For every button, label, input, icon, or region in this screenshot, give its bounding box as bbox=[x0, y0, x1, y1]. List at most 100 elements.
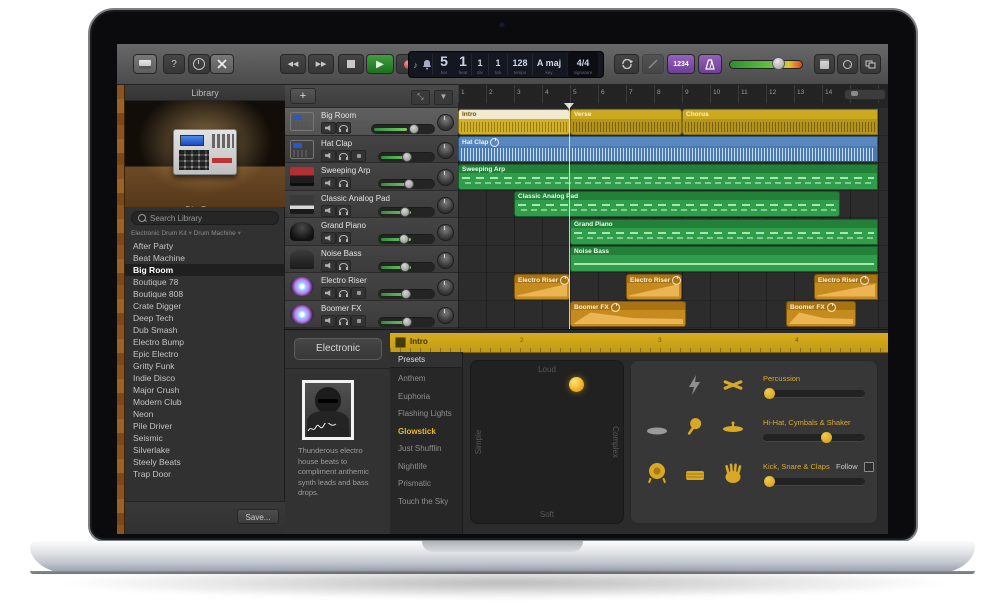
list-item[interactable]: Boutique 808 bbox=[125, 288, 285, 300]
solo-button[interactable] bbox=[336, 287, 351, 299]
preset-item[interactable]: Just Shufflin bbox=[390, 440, 462, 457]
library-button[interactable] bbox=[133, 54, 157, 74]
playhead[interactable] bbox=[569, 103, 570, 330]
list-item[interactable]: Beat Machine bbox=[125, 252, 285, 264]
solo-button[interactable] bbox=[336, 232, 351, 244]
audio-region[interactable]: Boomer FX bbox=[570, 301, 686, 327]
mute-button[interactable] bbox=[321, 287, 336, 299]
list-item[interactable]: Deep Tech bbox=[125, 312, 285, 324]
drummer-region[interactable]: Verse bbox=[570, 109, 682, 135]
forward-button[interactable]: ▶▶ bbox=[308, 54, 334, 74]
metronome-button[interactable] bbox=[698, 54, 722, 74]
midi-region[interactable]: Grand Piano bbox=[570, 219, 878, 245]
bar-ruler[interactable]: 1 2 3 4 5 6 7 8 9 10 11 12 13 14 15 bbox=[458, 85, 888, 104]
lightning-icon[interactable] bbox=[683, 373, 707, 397]
xy-pad[interactable]: Loud Soft Simple Complex bbox=[470, 360, 624, 524]
midi-region[interactable]: Sweeping Arp bbox=[458, 164, 878, 190]
track-row[interactable]: Classic Analog Pad bbox=[285, 191, 458, 219]
track-row[interactable]: Hat Clap bbox=[285, 136, 458, 164]
drummer-region[interactable]: Intro bbox=[458, 109, 570, 135]
horizontal-zoom-icon[interactable]: ⤡ bbox=[411, 90, 430, 105]
list-item[interactable]: Pile Driver bbox=[125, 420, 285, 432]
midi-region[interactable]: Classic Analog Pad bbox=[514, 191, 840, 217]
follow-checkbox[interactable] bbox=[864, 462, 874, 472]
preset-item[interactable]: Anthem bbox=[390, 370, 462, 387]
slider-thumb[interactable] bbox=[764, 476, 775, 487]
snare-drum-icon[interactable] bbox=[683, 463, 707, 487]
pan-knob[interactable] bbox=[437, 114, 454, 131]
track-row[interactable]: Sweeping Arp bbox=[285, 163, 458, 191]
kick-drum-icon[interactable] bbox=[645, 461, 669, 485]
preset-item[interactable]: Nightlife bbox=[390, 458, 462, 475]
percussion-slider[interactable] bbox=[763, 390, 865, 398]
track-volume-knob[interactable] bbox=[400, 207, 410, 217]
lcd-display[interactable]: ♪ 5bar 1beat 1div 1tick 128tempo A majke… bbox=[408, 51, 604, 78]
input-monitor-button[interactable] bbox=[351, 150, 366, 162]
track-volume-knob[interactable] bbox=[402, 152, 412, 162]
preset-item[interactable]: Prismatic bbox=[390, 475, 462, 492]
track-volume-knob[interactable] bbox=[402, 317, 412, 327]
breadcrumb[interactable]: Electronic Drum Kit ▾ Drum Machine ▾ bbox=[131, 229, 281, 237]
audio-region[interactable]: Hat Clap bbox=[458, 136, 878, 162]
track-row[interactable]: Noise Bass bbox=[285, 246, 458, 274]
cycle-button[interactable] bbox=[614, 54, 639, 74]
mute-button[interactable] bbox=[321, 177, 336, 189]
pan-knob[interactable] bbox=[437, 307, 454, 324]
list-item[interactable]: Epic Electro bbox=[125, 348, 285, 360]
audio-region[interactable]: Electro Riser bbox=[514, 274, 570, 300]
track-volume-slider[interactable] bbox=[378, 289, 435, 299]
track-volume-slider[interactable] bbox=[378, 179, 435, 189]
track-volume-knob[interactable] bbox=[399, 234, 409, 244]
track-volume-knob[interactable] bbox=[401, 289, 411, 299]
save-button[interactable]: Save... bbox=[237, 509, 279, 524]
input-monitor-button[interactable] bbox=[351, 287, 366, 299]
drumsticks-icon[interactable] bbox=[721, 373, 745, 397]
stop-button[interactable] bbox=[338, 54, 364, 74]
audio-region[interactable]: Electro Riser bbox=[814, 274, 878, 300]
track-volume-slider[interactable] bbox=[378, 152, 435, 162]
pan-knob[interactable] bbox=[437, 252, 454, 269]
list-item[interactable]: Gritty Funk bbox=[125, 360, 285, 372]
track-row[interactable]: Electro Riser bbox=[285, 273, 458, 301]
mute-button[interactable] bbox=[321, 150, 336, 162]
note-pad-button[interactable] bbox=[814, 54, 835, 74]
join-button[interactable] bbox=[642, 54, 664, 74]
hand-clap-icon[interactable] bbox=[721, 461, 745, 485]
audio-region[interactable]: Boomer FX bbox=[786, 301, 856, 327]
pan-knob[interactable] bbox=[437, 197, 454, 214]
pan-knob[interactable] bbox=[437, 279, 454, 296]
preset-item[interactable]: Touch the Sky bbox=[390, 493, 462, 510]
list-item[interactable]: Trap Door bbox=[125, 468, 285, 480]
list-item[interactable]: Neon bbox=[125, 408, 285, 420]
rewind-button[interactable]: ◀◀ bbox=[280, 54, 306, 74]
solo-button[interactable] bbox=[336, 315, 351, 327]
filter-icon[interactable]: ▼ bbox=[434, 90, 453, 105]
list-item-selected[interactable]: Big Room bbox=[125, 264, 285, 276]
add-track-button[interactable]: + bbox=[290, 88, 316, 104]
list-item[interactable]: Indie Disco bbox=[125, 372, 285, 384]
slider-thumb[interactable] bbox=[764, 388, 775, 399]
pan-knob[interactable] bbox=[437, 142, 454, 159]
master-volume-knob[interactable] bbox=[772, 57, 785, 70]
shaker-icon[interactable] bbox=[645, 419, 669, 443]
track-volume-slider[interactable] bbox=[378, 317, 435, 327]
quick-help-button[interactable]: ? bbox=[163, 54, 185, 74]
drummer-region[interactable]: Chorus bbox=[682, 109, 878, 135]
breadcrumb-item[interactable]: Electronic Drum Kit bbox=[131, 230, 187, 237]
kick-snare-slider[interactable] bbox=[763, 478, 865, 486]
media-browser-button[interactable] bbox=[860, 54, 881, 74]
region-beat-ruler[interactable]: Intro 2 3 4 bbox=[390, 333, 888, 353]
track-row[interactable]: Boomer FX bbox=[285, 301, 458, 329]
search-input[interactable]: Search Library bbox=[131, 211, 279, 225]
solo-button[interactable] bbox=[336, 122, 351, 134]
list-item[interactable]: Modern Club bbox=[125, 396, 285, 408]
track-volume-slider[interactable] bbox=[371, 124, 435, 134]
preset-item[interactable]: Flashing Lights bbox=[390, 405, 462, 422]
horizontal-zoom-slider[interactable] bbox=[844, 89, 886, 100]
list-item[interactable]: Seismic bbox=[125, 432, 285, 444]
list-item[interactable]: Boutique 78 bbox=[125, 276, 285, 288]
pan-knob[interactable] bbox=[437, 224, 454, 241]
list-item[interactable]: Crate Digger bbox=[125, 300, 285, 312]
play-button[interactable]: ▶ bbox=[366, 54, 394, 74]
mute-button[interactable] bbox=[321, 232, 336, 244]
